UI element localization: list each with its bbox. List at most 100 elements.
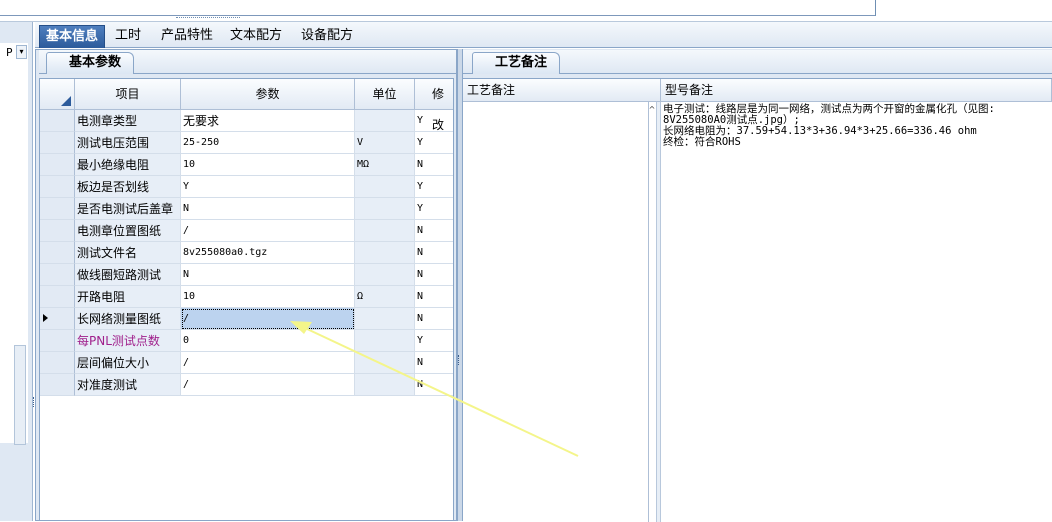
tab-product-features[interactable]: 产品特性 xyxy=(155,25,219,47)
cell-unit[interactable]: V xyxy=(355,132,415,154)
row-selector[interactable] xyxy=(40,374,75,396)
cell-param-value[interactable]: 8v255080a0.tgz xyxy=(181,242,355,264)
row-selector[interactable] xyxy=(40,176,75,198)
cell-unit[interactable] xyxy=(355,198,415,220)
row-selector[interactable] xyxy=(40,220,75,242)
cell-param-value[interactable]: 25-250 xyxy=(181,132,355,154)
cell-unit[interactable] xyxy=(355,220,415,242)
cell-item-name[interactable]: 测试电压范围 xyxy=(75,132,181,154)
row-selector[interactable] xyxy=(40,198,75,220)
cell-unit[interactable] xyxy=(355,374,415,396)
row-selector[interactable] xyxy=(40,264,75,286)
cell-unit[interactable] xyxy=(355,242,415,264)
left-dock-dropdown-icon[interactable]: ▾ xyxy=(16,45,27,59)
tab-text-recipe[interactable]: 文本配方 xyxy=(224,25,288,47)
process-remark-cell[interactable] xyxy=(463,102,649,522)
cell-unit[interactable]: MΩ xyxy=(355,154,415,176)
cell-param-value[interactable]: 10 xyxy=(181,154,355,176)
table-row[interactable]: 板边是否划线 Y Y xyxy=(40,176,453,198)
cell-unit[interactable] xyxy=(355,264,415,286)
column-header-param[interactable]: 参数 xyxy=(181,79,355,110)
cell-item-name[interactable]: 层间偏位大小 xyxy=(75,352,181,374)
table-row[interactable]: 是否电测试后盖章 N Y xyxy=(40,198,453,220)
tab-process-remark[interactable]: 工艺备注 xyxy=(472,52,561,74)
remark-column-splitter[interactable] xyxy=(656,102,661,522)
table-row[interactable]: 测试文件名 8v255080a0.tgz N xyxy=(40,242,453,264)
cell-param-value[interactable]: / xyxy=(181,308,355,330)
table-row[interactable]: 层间偏位大小 / N xyxy=(40,352,453,374)
cell-item-name[interactable]: 对准度测试 xyxy=(75,374,181,396)
cell-modify-flag[interactable]: Y xyxy=(415,110,453,132)
row-selector[interactable] xyxy=(40,286,75,308)
remark-line: 终检：符合ROHS xyxy=(663,136,741,148)
table-row[interactable]: 每PNL测试点数 0 Y xyxy=(40,330,453,352)
cell-param-value[interactable]: / xyxy=(181,374,355,396)
cell-modify-flag[interactable]: N xyxy=(415,308,453,330)
table-row[interactable]: 对准度测试 / N xyxy=(40,374,453,396)
tab-grip-handle[interactable] xyxy=(176,17,240,22)
cell-item-name[interactable]: 板边是否划线 xyxy=(75,176,181,198)
row-selector[interactable] xyxy=(40,242,75,264)
cell-unit[interactable] xyxy=(355,110,415,132)
tab-basic-params[interactable]: 基本参数 xyxy=(46,52,135,74)
row-selector[interactable] xyxy=(40,132,75,154)
grid-corner-header[interactable] xyxy=(40,79,75,110)
cell-modify-flag[interactable]: Y xyxy=(415,176,453,198)
cell-item-name[interactable]: 开路电阻 xyxy=(75,286,181,308)
cell-modify-flag[interactable]: N xyxy=(415,242,453,264)
tab-work-hours[interactable]: 工时 xyxy=(109,25,147,47)
table-row[interactable]: 做线圈短路测试 N N xyxy=(40,264,453,286)
table-row[interactable]: 电测章位置图纸 / N xyxy=(40,220,453,242)
cell-modify-flag[interactable]: N xyxy=(415,286,453,308)
cell-item-name[interactable]: 做线圈短路测试 xyxy=(75,264,181,286)
cell-modify-flag[interactable]: Y xyxy=(415,132,453,154)
row-selector[interactable] xyxy=(40,308,75,330)
cell-modify-flag[interactable]: N xyxy=(415,220,453,242)
cell-param-value[interactable]: N xyxy=(181,198,355,220)
cell-modify-flag[interactable]: Y xyxy=(415,198,453,220)
cell-param-value[interactable]: 无要求 xyxy=(181,110,355,132)
table-row[interactable]: 电测章类型 无要求 Y xyxy=(40,110,453,132)
cell-item-name[interactable]: 测试文件名 xyxy=(75,242,181,264)
cell-param-value[interactable]: N xyxy=(181,264,355,286)
column-header-process-remark[interactable]: 工艺备注 xyxy=(463,79,661,102)
cell-param-value[interactable]: / xyxy=(181,220,355,242)
row-selector[interactable] xyxy=(40,352,75,374)
left-dock-scrollbar[interactable] xyxy=(14,345,26,445)
column-header-model-remark[interactable]: 型号备注 xyxy=(661,79,1052,102)
table-row[interactable]: 开路电阻 10 Ω N xyxy=(40,286,453,308)
cell-unit[interactable] xyxy=(355,176,415,198)
cell-modify-flag[interactable]: N xyxy=(415,154,453,176)
model-remark-cell[interactable]: 电子测试：线路层是为同一网络，测试点为两个开窗的金属化孔（见图: 8V25508… xyxy=(663,104,1049,184)
cell-item-name[interactable]: 长网络测量图纸 xyxy=(75,308,181,330)
cell-item-name[interactable]: 是否电测试后盖章 xyxy=(75,198,181,220)
cell-param-value[interactable]: Y xyxy=(181,176,355,198)
cell-unit[interactable] xyxy=(355,330,415,352)
cell-unit[interactable] xyxy=(355,352,415,374)
column-header-modify[interactable]: 修改 xyxy=(415,79,453,132)
cell-param-value[interactable]: 0 xyxy=(181,330,355,352)
row-selector[interactable] xyxy=(40,154,75,176)
tab-equipment-recipe[interactable]: 设备配方 xyxy=(295,25,359,47)
cell-modify-flag[interactable]: N xyxy=(415,374,453,396)
cell-modify-flag[interactable]: N xyxy=(415,352,453,374)
table-row[interactable]: 最小绝缘电阻 10 MΩ N xyxy=(40,154,453,176)
table-row[interactable]: 长网络测量图纸 / N xyxy=(40,308,453,330)
cell-modify-flag[interactable]: N xyxy=(415,264,453,286)
cell-item-name[interactable]: 每PNL测试点数 xyxy=(75,330,181,352)
row-selector[interactable] xyxy=(40,330,75,352)
cell-param-value[interactable]: 10 xyxy=(181,286,355,308)
tab-basic-info[interactable]: 基本信息 xyxy=(39,25,106,48)
cell-item-name[interactable]: 最小绝缘电阻 xyxy=(75,154,181,176)
cell-item-name[interactable]: 电测章位置图纸 xyxy=(75,220,181,242)
cell-unit[interactable] xyxy=(355,308,415,330)
cell-param-value[interactable]: / xyxy=(181,352,355,374)
table-row[interactable]: 测试电压范围 25-250 V Y xyxy=(40,132,453,154)
cell-item-name[interactable]: 电测章类型 xyxy=(75,110,181,132)
cell-unit[interactable]: Ω xyxy=(355,286,415,308)
column-header-unit[interactable]: 单位 xyxy=(355,79,415,110)
row-selector[interactable] xyxy=(40,110,75,132)
cell-modify-flag[interactable]: Y xyxy=(415,330,453,352)
column-header-item[interactable]: 项目 xyxy=(75,79,181,110)
left-splitter-grip-icon[interactable] xyxy=(33,397,37,407)
